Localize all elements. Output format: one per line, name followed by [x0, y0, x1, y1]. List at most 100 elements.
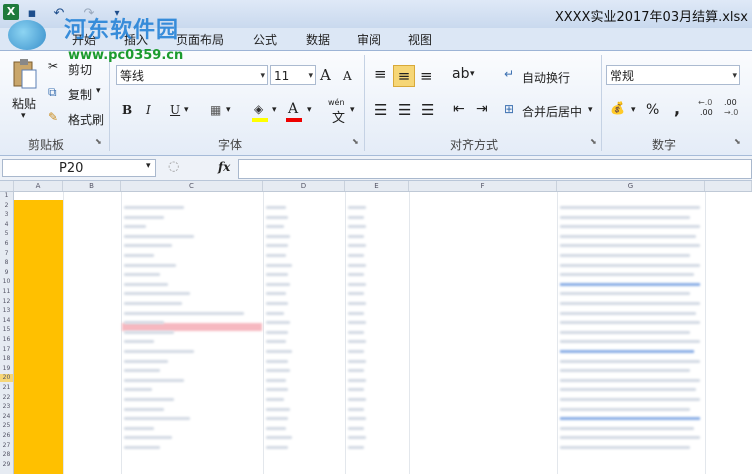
format-painter-icon[interactable]: ✎: [48, 110, 58, 124]
row-header[interactable]: 25: [0, 422, 13, 430]
cell-content[interactable]: [266, 244, 288, 248]
row-header[interactable]: 27: [0, 442, 13, 450]
cell-content[interactable]: [560, 426, 694, 430]
cell-content[interactable]: [266, 273, 288, 277]
highlighted-merged-cell[interactable]: [14, 200, 63, 474]
cell-content[interactable]: [266, 263, 292, 267]
column-header[interactable]: C: [121, 181, 263, 191]
cell-content[interactable]: [124, 417, 190, 421]
cell-content[interactable]: [266, 436, 292, 440]
cell-content[interactable]: [560, 369, 690, 373]
row-header[interactable]: 13: [0, 307, 13, 315]
cell-content[interactable]: [266, 330, 288, 334]
row-header[interactable]: 26: [0, 432, 13, 440]
font-color-dropdown-icon[interactable]: ▾: [307, 105, 312, 115]
alignment-launcher-icon[interactable]: ⬊: [590, 137, 597, 146]
cell-content[interactable]: [348, 446, 364, 449]
row-header[interactable]: 19: [0, 365, 13, 373]
cell-content[interactable]: [560, 254, 690, 257]
cell-content[interactable]: [124, 340, 154, 344]
shrink-font-button[interactable]: A: [343, 69, 352, 83]
merge-center-button[interactable]: 合并后居中: [522, 103, 582, 120]
cell-content[interactable]: [348, 292, 364, 296]
grow-font-button[interactable]: A: [320, 66, 331, 84]
cell-content[interactable]: [348, 282, 366, 286]
merge-center-icon[interactable]: ⊞: [504, 102, 514, 116]
select-all-corner[interactable]: [0, 181, 14, 191]
cell-content[interactable]: [124, 446, 160, 449]
column-header[interactable]: D: [263, 181, 345, 191]
row-header[interactable]: 10: [0, 278, 13, 286]
cell-content[interactable]: [124, 388, 152, 392]
cell-content[interactable]: [124, 436, 172, 440]
cell-content[interactable]: [124, 254, 154, 257]
cell-content[interactable]: [266, 321, 290, 325]
decrease-decimal-icon[interactable]: →.0: [724, 108, 738, 117]
increase-decimal-icon[interactable]: ←.0: [698, 98, 712, 107]
cell-content[interactable]: [124, 330, 174, 334]
cell-content[interactable]: [348, 330, 364, 334]
cell-content[interactable]: [560, 273, 694, 277]
cell-content[interactable]: [124, 426, 154, 430]
align-bottom-icon[interactable]: ≡: [420, 67, 433, 85]
cut-icon[interactable]: ✂: [48, 59, 58, 73]
row-header[interactable]: 3: [0, 211, 13, 219]
tab-page-layout[interactable]: 页面布局: [176, 31, 224, 48]
underline-dropdown-icon[interactable]: ▾: [184, 105, 189, 115]
cell-content[interactable]: [560, 330, 690, 334]
tab-review[interactable]: 审阅: [357, 31, 381, 48]
cell-content[interactable]: [560, 206, 700, 209]
clipboard-launcher-icon[interactable]: ⬊: [95, 137, 102, 146]
cell-content[interactable]: [124, 378, 184, 382]
italic-button[interactable]: I: [146, 103, 151, 117]
cell-content[interactable]: [560, 350, 694, 353]
row-header[interactable]: 17: [0, 346, 13, 354]
cell-content[interactable]: [266, 446, 288, 449]
excel-app-icon[interactable]: X: [3, 4, 19, 20]
cell-content[interactable]: [266, 369, 290, 373]
borders-dropdown-icon[interactable]: ▾: [226, 105, 231, 115]
row-header[interactable]: 11: [0, 288, 13, 296]
cell-content[interactable]: [560, 321, 700, 325]
cell-content[interactable]: [124, 282, 168, 286]
cell-content[interactable]: [560, 292, 690, 296]
number-format-select[interactable]: 常规 ▾: [606, 65, 740, 85]
row-header[interactable]: 8: [0, 259, 13, 267]
cell-content[interactable]: [560, 446, 690, 449]
cell-content[interactable]: [266, 359, 288, 363]
align-right-icon[interactable]: ☰: [421, 101, 434, 119]
cell-content[interactable]: [266, 311, 284, 315]
cell-content[interactable]: [124, 263, 176, 267]
cell-content[interactable]: [266, 302, 288, 305]
bold-button[interactable]: B: [122, 103, 132, 117]
name-box-dropdown-icon[interactable]: ▾: [146, 161, 151, 171]
row-header[interactable]: 18: [0, 355, 13, 363]
phonetic-dropdown-icon[interactable]: ▾: [350, 105, 355, 115]
number-launcher-icon[interactable]: ⬊: [734, 137, 741, 146]
cell-content[interactable]: [124, 398, 174, 401]
row-header[interactable]: 28: [0, 451, 13, 459]
cell-content[interactable]: [124, 359, 168, 363]
cell-content[interactable]: [124, 350, 194, 353]
cell-content[interactable]: [124, 206, 184, 209]
phonetic-guide-pinyin[interactable]: wén: [328, 98, 345, 107]
row-header[interactable]: 9: [0, 269, 13, 277]
cell-content[interactable]: [348, 302, 366, 305]
cell-content[interactable]: [348, 254, 364, 257]
row-header[interactable]: 6: [0, 240, 13, 248]
row-header[interactable]: 15: [0, 326, 13, 334]
formula-bar-handle-icon[interactable]: ◌: [168, 159, 179, 174]
row-header[interactable]: 23: [0, 403, 13, 411]
cell-content[interactable]: [348, 369, 364, 373]
align-center-icon[interactable]: ☰: [398, 101, 411, 119]
cell-content[interactable]: [560, 311, 696, 315]
row-header[interactable]: 12: [0, 298, 13, 306]
cell-content[interactable]: [266, 407, 290, 411]
copy-dropdown-icon[interactable]: ▾: [96, 86, 101, 96]
decrease-decimal-button[interactable]: .00: [724, 98, 737, 107]
column-header[interactable]: A: [14, 181, 63, 191]
cell-content[interactable]: [348, 273, 364, 277]
tab-formulas[interactable]: 公式: [253, 31, 277, 48]
cell-content[interactable]: [266, 254, 286, 257]
cell-content[interactable]: [560, 398, 700, 401]
